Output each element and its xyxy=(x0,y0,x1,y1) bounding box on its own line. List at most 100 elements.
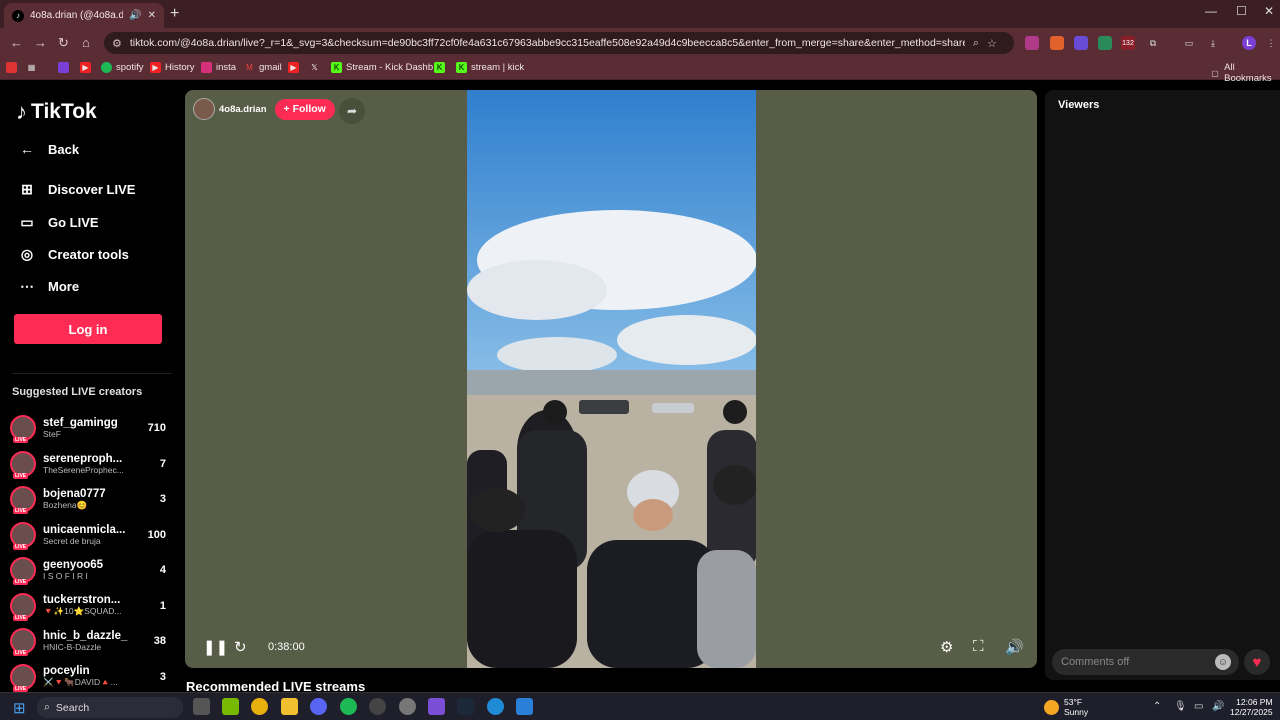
bookmark-star-icon[interactable]: ☆ xyxy=(987,37,997,50)
extension-icon[interactable] xyxy=(1025,36,1039,50)
forward-nav-icon[interactable]: → xyxy=(34,35,47,50)
avatar[interactable]: LIVE xyxy=(10,415,36,443)
comments-input[interactable]: Comments off ☺ xyxy=(1052,649,1239,675)
steam-icon[interactable] xyxy=(457,698,474,715)
kick-bookmark-icon[interactable]: K xyxy=(434,62,445,73)
nav-back[interactable]: ← Back xyxy=(18,141,79,157)
suggested-creator[interactable]: LIVE hnic_b_dazzle_ HNIC-B-Dazzle 38 xyxy=(10,625,170,657)
minimize-button[interactable]: — xyxy=(1205,4,1217,18)
live-player[interactable]: 4o8a.drian + Follow ➦ ❚❚ ↻ 0:38:00 ⚙ ⛶ 🔊 xyxy=(185,90,1037,668)
fullscreen-icon[interactable]: ⛶ xyxy=(973,638,984,655)
viewer-count: 38 xyxy=(153,635,166,647)
address-bar[interactable]: ⚙ tiktok.com/@4o8a.drian/live?_r=1&_svg=… xyxy=(104,32,1014,54)
x-bookmark-icon[interactable]: 𝕏 xyxy=(309,62,320,73)
edge-icon[interactable] xyxy=(487,698,504,715)
suggested-creator[interactable]: LIVE unicaenmicla... Secret de bruja 100 xyxy=(10,519,170,551)
chrome-icon[interactable] xyxy=(251,698,268,715)
bookmark-history[interactable]: ▶ History xyxy=(150,62,195,73)
host-name[interactable]: 4o8a.drian xyxy=(219,104,267,115)
task-view-icon[interactable] xyxy=(193,698,210,715)
microphone-icon[interactable]: 🎙 xyxy=(1174,701,1187,712)
live-video[interactable] xyxy=(467,90,756,668)
follow-button[interactable]: + Follow xyxy=(274,98,335,120)
downloads-icon[interactable]: ⤓ xyxy=(1206,36,1220,50)
reload-icon[interactable]: ↻ xyxy=(58,35,69,51)
settings-app-icon[interactable] xyxy=(399,698,416,715)
avatar[interactable]: LIVE xyxy=(10,592,36,621)
url-text: tiktok.com/@4o8a.drian/live?_r=1&_svg=3&… xyxy=(129,37,965,49)
settings-icon[interactable]: ⚙ xyxy=(940,638,953,656)
extensions-puzzle-icon[interactable]: ⧉ xyxy=(1146,36,1160,50)
extension-icon[interactable] xyxy=(1050,36,1064,50)
nav-go-live[interactable]: ▭ Go LIVE xyxy=(18,214,98,231)
host-avatar[interactable] xyxy=(193,98,215,120)
tiktok-logo[interactable]: ♪ TikTok xyxy=(16,99,97,125)
bookmark-insta[interactable]: insta xyxy=(201,62,236,73)
suggested-creator[interactable]: LIVE bojena0777 Bozhena😊 3 xyxy=(10,483,170,515)
discord-icon[interactable] xyxy=(310,698,327,715)
weather-widget[interactable]: 53°F Sunny xyxy=(1044,697,1088,717)
emoji-icon[interactable]: ☺ xyxy=(1215,654,1231,670)
zoom-icon[interactable]: ⌕ xyxy=(973,37,979,50)
speaker-icon[interactable]: 🔊 xyxy=(1212,701,1224,712)
suggested-creator[interactable]: LIVE tuckerrstron... 🔻✨10⭐SQUAD... 1 xyxy=(10,590,170,622)
bookmark-spotify[interactable]: spotify xyxy=(101,62,143,73)
refresh-icon[interactable]: ↻ xyxy=(234,638,247,656)
nvidia-icon[interactable] xyxy=(222,698,239,715)
login-button[interactable]: Log in xyxy=(14,314,162,344)
tab-audio-icon[interactable]: 🔊 xyxy=(129,10,141,21)
browser-menu-icon[interactable]: ⋮ xyxy=(1264,36,1278,50)
avatar[interactable]: LIVE xyxy=(10,628,36,656)
pause-icon[interactable]: ❚❚ xyxy=(203,638,228,656)
game-icon[interactable] xyxy=(428,698,445,715)
suggested-creator[interactable]: LIVE sereneproph... TheSereneProphec... 7 xyxy=(10,448,170,480)
avatar[interactable]: LIVE xyxy=(10,521,36,550)
avatar[interactable]: LIVE xyxy=(10,557,36,585)
maximize-button[interactable]: ☐ xyxy=(1236,4,1247,18)
windows-taskbar: ⊞ ⌕ Search 53°F Sunny ⌃ 🎙 ▭ 🔊 12:06 PM 1… xyxy=(0,692,1280,720)
display-icon[interactable]: ▭ xyxy=(1194,701,1203,712)
nav-more[interactable]: ⋯ More xyxy=(18,278,79,295)
extension-icon[interactable] xyxy=(1098,36,1112,50)
site-info-icon[interactable]: ⚙ xyxy=(112,37,122,50)
youtube-bookmark-icon[interactable]: ▶ xyxy=(80,62,91,73)
twitch-extension-icon[interactable] xyxy=(1074,36,1088,50)
creator-nickname: HNIC-B-Dazzle xyxy=(43,642,102,652)
extension-badge[interactable]: 132 xyxy=(1121,36,1135,50)
avatar[interactable]: LIVE xyxy=(10,486,36,514)
app-icon[interactable] xyxy=(369,698,386,715)
windows-start-icon[interactable]: ⊞ xyxy=(13,699,26,717)
close-window-button[interactable]: ✕ xyxy=(1264,4,1274,18)
tab-close-icon[interactable]: ✕ xyxy=(148,10,156,21)
avatar[interactable]: LIVE xyxy=(10,450,36,479)
bookmark-purple-icon[interactable] xyxy=(58,62,69,73)
bookmark-kick-stream[interactable]: Kstream | kick xyxy=(456,62,524,73)
home-icon[interactable]: ⌂ xyxy=(82,35,90,50)
creator-nickname: ⚔️🔻🐂DAVID🔺... xyxy=(43,677,118,687)
profile-avatar[interactable]: L xyxy=(1242,36,1256,50)
suggested-creator[interactable]: LIVE geenyoo65 I S O F I R I 4 xyxy=(10,554,170,586)
photos-icon[interactable] xyxy=(516,698,533,715)
new-tab-button[interactable]: + xyxy=(170,5,179,23)
share-icon[interactable]: ➦ xyxy=(339,98,365,124)
suggested-creator[interactable]: LIVE stef_gamingg SteF 710 xyxy=(10,412,170,444)
back-nav-icon[interactable]: ← xyxy=(10,35,23,50)
nav-creator-tools[interactable]: ◎ Creator tools xyxy=(18,246,129,263)
taskbar-clock[interactable]: 12:06 PM 12/27/2025 xyxy=(1230,697,1273,717)
file-explorer-icon[interactable] xyxy=(281,698,298,715)
sidepanel-icon[interactable]: ▭ xyxy=(1182,36,1196,50)
volume-icon[interactable]: 🔊 xyxy=(1005,638,1024,656)
bookmark-kick-dashboard[interactable]: K Stream - Kick Dashb... xyxy=(331,62,441,73)
suggested-creator[interactable]: LIVE poceylin ⚔️🔻🐂DAVID🔺... 3 xyxy=(10,661,170,693)
tray-chevron-icon[interactable]: ⌃ xyxy=(1153,701,1161,712)
spotify-icon[interactable] xyxy=(340,698,357,715)
bookmark-gmail[interactable]: Mgmail xyxy=(244,62,282,73)
avatar[interactable]: LIVE xyxy=(10,663,36,692)
apps-grid-icon[interactable]: ▦ xyxy=(26,62,37,73)
taskbar-search[interactable]: ⌕ Search xyxy=(37,697,183,718)
like-heart-icon[interactable]: ♥ xyxy=(1244,649,1270,675)
browser-tab[interactable]: ♪ 4o8a.drian (@4o8a.drian) is 🔊 ✕ xyxy=(4,3,164,28)
bookmark-red-icon[interactable] xyxy=(6,62,17,73)
nav-discover-live[interactable]: ⊞ Discover LIVE xyxy=(18,181,135,198)
youtube-bookmark-icon[interactable]: ▶ xyxy=(288,62,299,73)
